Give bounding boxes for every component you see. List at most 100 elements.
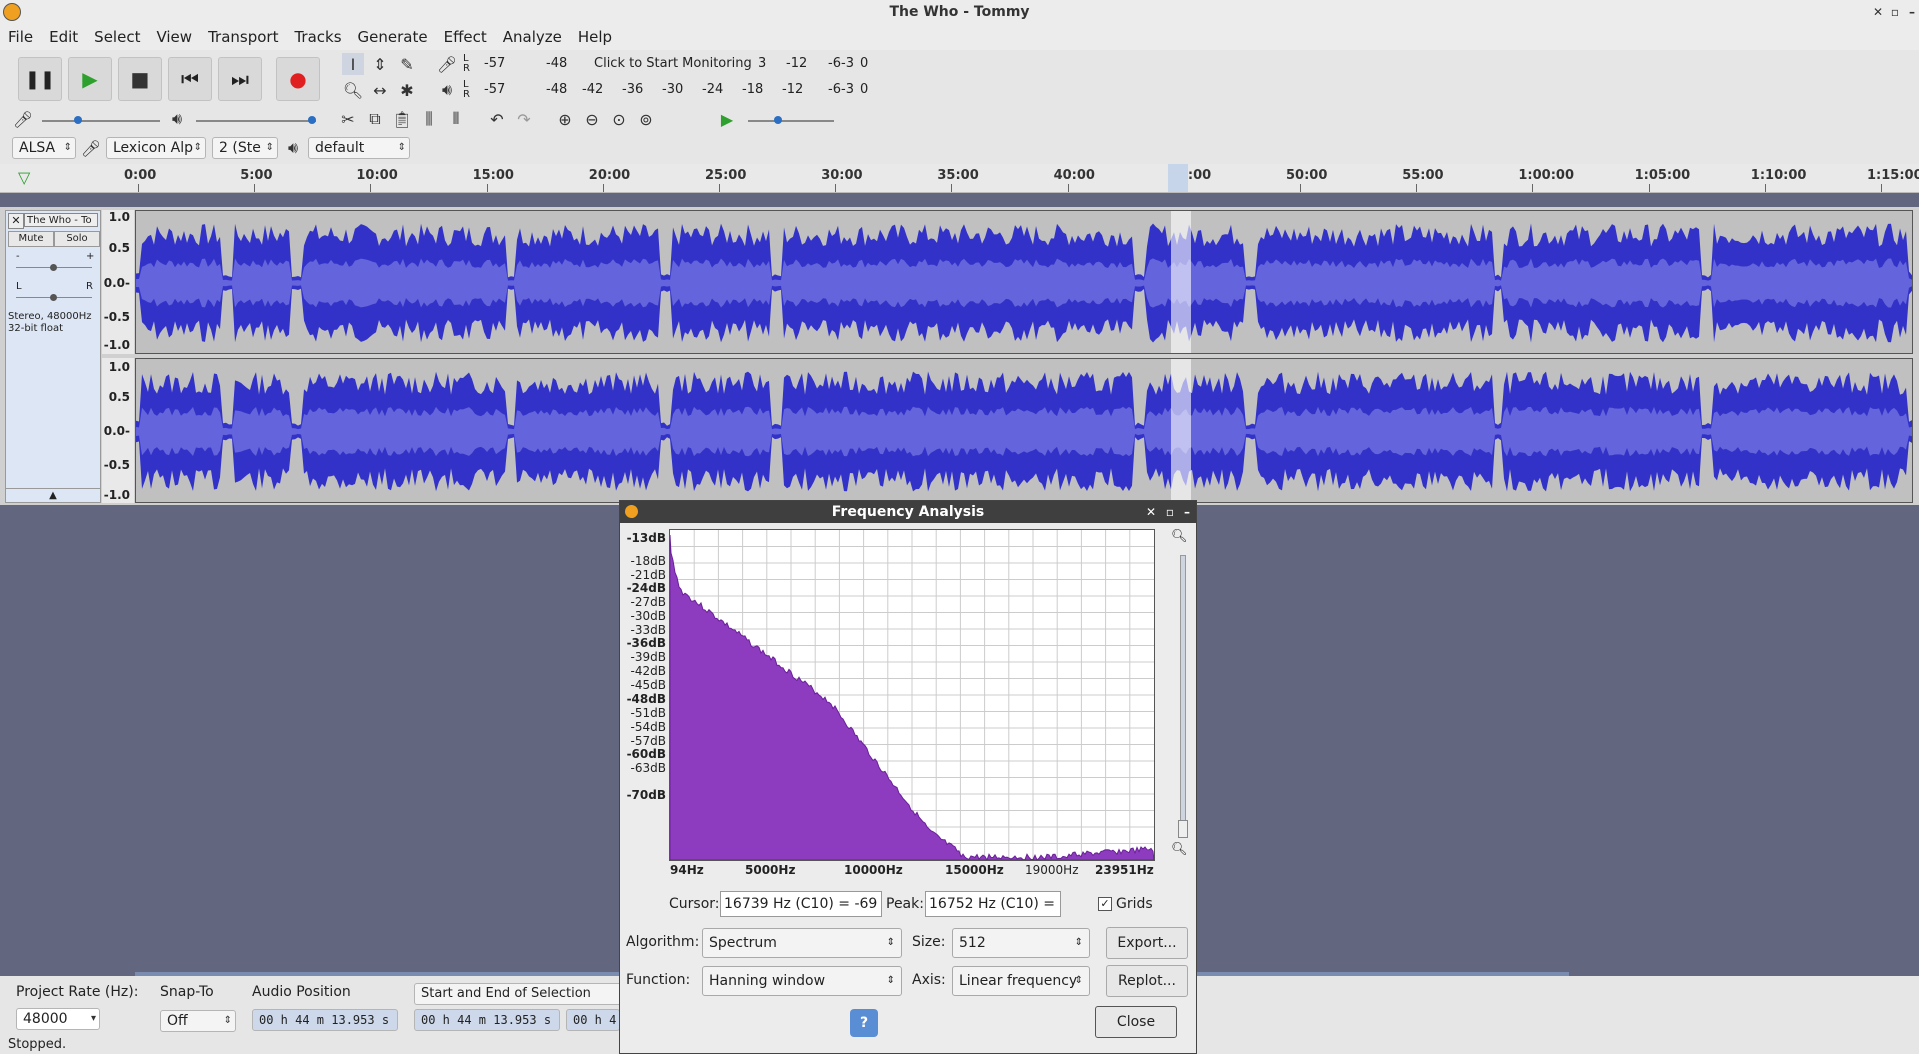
skip-to-start-button[interactable]: ⏮ bbox=[168, 57, 212, 101]
vertical-zoom-slider[interactable] bbox=[1178, 555, 1188, 838]
playback-meter-speaker-icon[interactable]: 🔊︎ bbox=[436, 79, 458, 101]
menu-transport[interactable]: Transport bbox=[200, 24, 286, 50]
db-axis-label: -30dB bbox=[630, 609, 666, 623]
menu-analyze[interactable]: Analyze bbox=[495, 24, 570, 50]
input-device-select[interactable]: Lexicon Alp ⇕ bbox=[106, 137, 206, 159]
dialog-minimize-icon[interactable]: – bbox=[1184, 501, 1190, 523]
replot-button[interactable]: Replot... bbox=[1106, 965, 1188, 997]
pause-button[interactable]: ❚❚ bbox=[18, 57, 62, 101]
ruler-selection-marker[interactable] bbox=[1168, 164, 1188, 192]
menu-edit[interactable]: Edit bbox=[41, 24, 86, 50]
size-select[interactable]: 512 ⇕ bbox=[952, 928, 1090, 958]
help-icon[interactable]: ? bbox=[850, 1009, 878, 1037]
menu-effect[interactable]: Effect bbox=[436, 24, 495, 50]
silence-audio-icon[interactable]: ⫴ bbox=[445, 108, 467, 130]
play-speed-slider[interactable] bbox=[748, 116, 834, 124]
selection-mode-select[interactable]: Start and End of Selection bbox=[414, 983, 624, 1005]
playback-meter[interactable]: -57 -48 -42 -36 -30 -24 -18 -12 -6 -3 0 bbox=[478, 79, 878, 101]
envelope-tool-icon[interactable]: ⇕ bbox=[369, 53, 391, 75]
track-pan-slider[interactable] bbox=[16, 294, 92, 301]
waveform-left-channel[interactable] bbox=[135, 210, 1913, 354]
record-meter-mic-icon[interactable]: 🎤︎ bbox=[436, 53, 458, 75]
menu-tracks[interactable]: Tracks bbox=[286, 24, 349, 50]
record-meter-tick: 3 bbox=[758, 56, 767, 71]
fit-selection-icon[interactable]: ⊙ bbox=[608, 108, 630, 130]
menu-help[interactable]: Help bbox=[570, 24, 620, 50]
record-button[interactable]: ● bbox=[276, 57, 320, 101]
selection-start-field[interactable]: 00 h 44 m 13.953 s bbox=[414, 1009, 560, 1031]
minimize-window-icon[interactable]: – bbox=[1909, 0, 1915, 24]
menu-file[interactable]: File bbox=[0, 24, 41, 50]
draw-tool-icon[interactable]: ✎ bbox=[396, 53, 418, 75]
zoom-out-icon[interactable]: ⊖ bbox=[581, 108, 603, 130]
close-button[interactable]: Close bbox=[1095, 1006, 1177, 1038]
close-window-icon[interactable]: ✕ bbox=[1873, 0, 1883, 24]
freq-label-15000: 15000Hz bbox=[945, 863, 1004, 877]
menu-select[interactable]: Select bbox=[86, 24, 148, 50]
output-device-select[interactable]: default ⇕ bbox=[308, 137, 410, 159]
slider-knob[interactable] bbox=[74, 116, 82, 124]
menu-view[interactable]: View bbox=[148, 24, 200, 50]
record-meter[interactable]: -57 -48 Click to Start Monitoring 3 -12 … bbox=[478, 53, 878, 75]
slider-knob[interactable] bbox=[50, 294, 57, 301]
dialog-maximize-icon[interactable]: ▫ bbox=[1166, 501, 1174, 523]
audio-position-field[interactable]: 00 h 44 m 13.953 s bbox=[252, 1009, 398, 1031]
track-gain-slider[interactable] bbox=[16, 264, 92, 271]
cut-icon[interactable]: ✂ bbox=[337, 108, 359, 130]
db-axis-label: -48dB bbox=[626, 692, 666, 706]
undo-icon[interactable]: ↶ bbox=[486, 108, 508, 130]
timeline-ruler[interactable]: ▽ 0:00 5:00 10:00 15:00 20:00 25:00 30:00 35:00… bbox=[0, 164, 1919, 193]
redo-icon[interactable]: ↷ bbox=[513, 108, 535, 130]
playback-volume-slider[interactable] bbox=[196, 116, 316, 124]
snap-to-select[interactable]: Off ⇕ bbox=[160, 1010, 236, 1032]
zoom-tool-icon[interactable]: 🔍︎ bbox=[342, 79, 364, 101]
slider-knob[interactable] bbox=[774, 116, 782, 124]
copy-icon[interactable]: ⧉ bbox=[364, 108, 386, 130]
zoom-out-magnifier-icon[interactable]: 🔍︎ bbox=[1171, 842, 1188, 857]
algorithm-select[interactable]: Spectrum ⇕ bbox=[702, 928, 902, 958]
spectrum-plot[interactable] bbox=[669, 529, 1155, 862]
zoom-slider-thumb[interactable] bbox=[1178, 820, 1188, 838]
fit-project-icon[interactable]: ⊚ bbox=[635, 108, 657, 130]
skip-to-end-button[interactable]: ⏭ bbox=[218, 57, 262, 101]
selection-highlight[interactable] bbox=[1171, 359, 1191, 503]
play-icon: ▶ bbox=[82, 67, 98, 91]
play-button[interactable]: ▶ bbox=[68, 57, 112, 101]
waveform-right-channel[interactable] bbox=[135, 358, 1913, 503]
paste-icon[interactable]: 📋︎ bbox=[391, 108, 413, 130]
stop-button[interactable]: ■ bbox=[118, 57, 162, 101]
trim-audio-icon[interactable]: ⫼ bbox=[418, 108, 440, 130]
selection-highlight[interactable] bbox=[1171, 211, 1191, 354]
zoom-in-magnifier-icon[interactable]: 🔍︎ bbox=[1171, 529, 1188, 544]
zoom-in-icon[interactable]: ⊕ bbox=[554, 108, 576, 130]
mute-button[interactable]: Mute bbox=[8, 231, 54, 247]
peak-field[interactable]: 16752 Hz (C10) = -70.1 bbox=[925, 891, 1061, 917]
record-volume-slider[interactable] bbox=[42, 116, 160, 124]
dialog-close-icon[interactable]: ✕ bbox=[1146, 501, 1156, 523]
export-button[interactable]: Export... bbox=[1106, 927, 1188, 959]
project-rate-select[interactable]: 48000 ▾ bbox=[16, 1008, 100, 1030]
slider-knob[interactable] bbox=[50, 264, 57, 271]
audio-host-select[interactable]: ALSA ⇕ bbox=[12, 137, 76, 159]
record-meter-monitor-text[interactable]: Click to Start Monitoring bbox=[594, 56, 752, 71]
play-meter-tick: -12 bbox=[782, 82, 804, 97]
axis-select[interactable]: Linear frequency ⇕ bbox=[952, 966, 1090, 996]
function-select[interactable]: Hanning window ⇕ bbox=[702, 966, 902, 996]
selection-tool-icon[interactable]: I bbox=[342, 53, 364, 75]
cursor-field[interactable]: 16739 Hz (C10) = -69 d bbox=[720, 891, 882, 917]
solo-button[interactable]: Solo bbox=[54, 231, 100, 247]
play-at-speed-icon[interactable]: ▶ bbox=[716, 108, 738, 130]
track-name-menu[interactable]: The Who - To bbox=[24, 213, 98, 227]
close-track-icon[interactable]: ✕ bbox=[8, 213, 24, 229]
multi-tool-icon[interactable]: ✱ bbox=[396, 79, 418, 101]
selection-end-field[interactable]: 00 h 4 bbox=[566, 1009, 620, 1031]
slider-knob[interactable] bbox=[308, 116, 316, 124]
timeshift-tool-icon[interactable]: ↔ bbox=[369, 79, 391, 101]
collapse-track-icon[interactable]: ▲ bbox=[6, 488, 100, 503]
db-axis-label: -45dB bbox=[630, 678, 666, 692]
menu-generate[interactable]: Generate bbox=[350, 24, 436, 50]
play-head-triangle-icon[interactable]: ▽ bbox=[18, 168, 30, 187]
channels-select[interactable]: 2 (Ste ⇕ bbox=[212, 137, 278, 159]
maximize-window-icon[interactable]: ▫ bbox=[1891, 0, 1899, 24]
grids-checkbox[interactable]: ✓ bbox=[1098, 897, 1112, 911]
